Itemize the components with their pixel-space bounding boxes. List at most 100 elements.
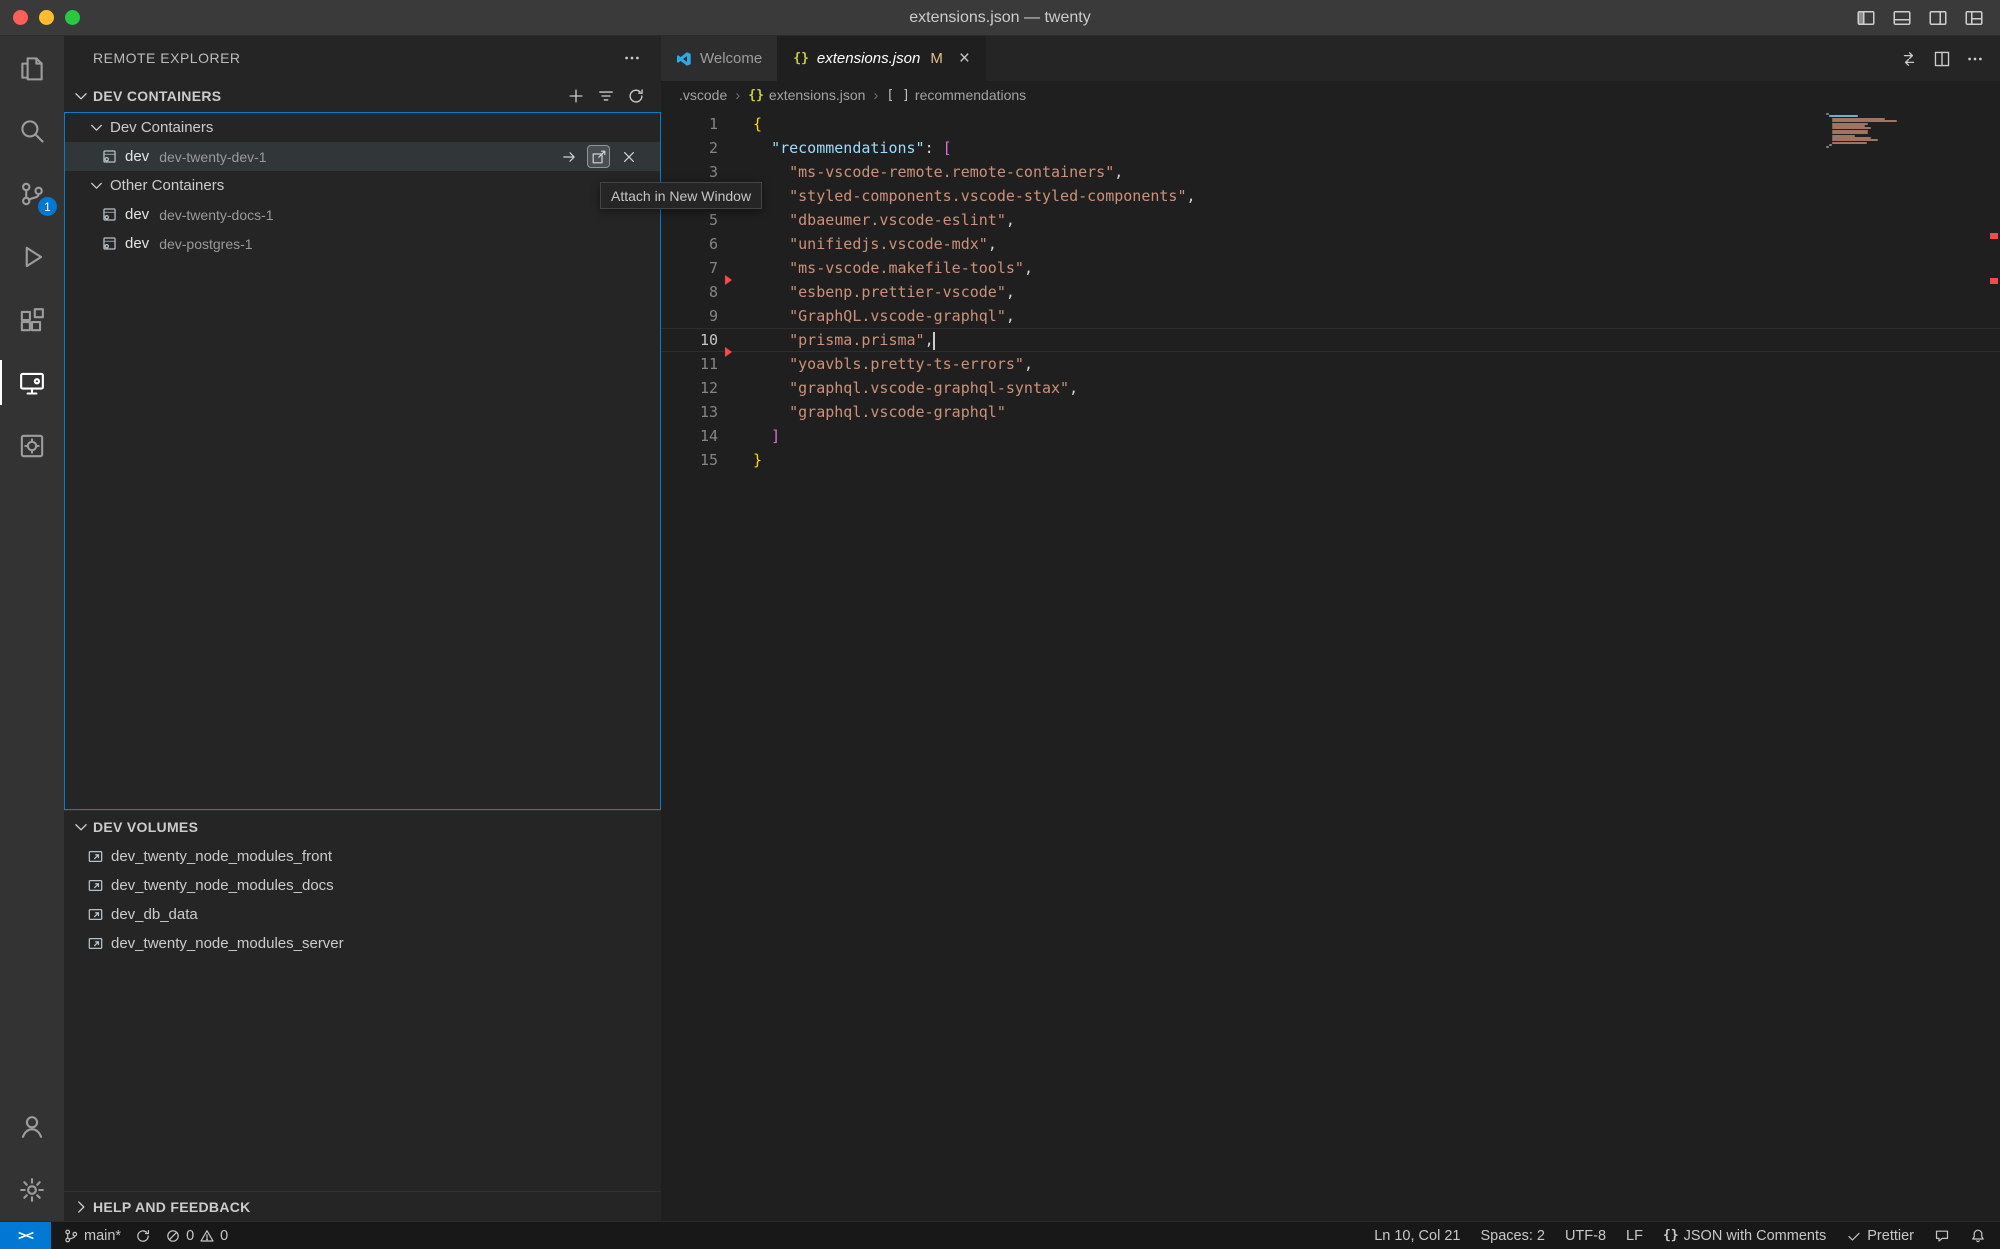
eol-status[interactable]: LF bbox=[1626, 1228, 1643, 1244]
volume-item-dev-twenty-node-modules-docs[interactable]: dev_twenty_node_modules_docs bbox=[64, 871, 661, 900]
git-modified-badge: M bbox=[930, 50, 943, 67]
container-name: dev bbox=[125, 148, 149, 165]
more-actions-icon[interactable] bbox=[623, 49, 641, 67]
code-line-14[interactable]: 14 ] bbox=[661, 424, 2000, 448]
code-text: "prisma.prisma", bbox=[753, 328, 935, 352]
activity-bar-item-run-debug[interactable] bbox=[0, 225, 64, 288]
code-line-4[interactable]: 4 "styled-components.vscode-styled-compo… bbox=[661, 184, 2000, 208]
editor-more-actions-icon[interactable] bbox=[1966, 50, 1984, 68]
code-line-8[interactable]: 8 "esbenp.prettier-vscode", bbox=[661, 280, 2000, 304]
code-line-12[interactable]: 12 "graphql.vscode-graphql-syntax", bbox=[661, 376, 2000, 400]
attach-container-action-icon[interactable] bbox=[557, 145, 580, 168]
close-action-icon[interactable] bbox=[617, 145, 640, 168]
code-line-7[interactable]: 7 "ms-vscode.makefile-tools", bbox=[661, 256, 2000, 280]
activity-bar-item-accounts[interactable] bbox=[0, 1095, 64, 1158]
volume-name: dev_db_data bbox=[111, 906, 198, 923]
section-dev-containers[interactable]: DEV CONTAINERS bbox=[64, 80, 661, 112]
code-line-10[interactable]: 10 "prisma.prisma", bbox=[661, 328, 2000, 352]
zoom-window-button[interactable] bbox=[65, 10, 80, 25]
container-item-dev-twenty-docs-1[interactable]: devdev-twenty-docs-1 bbox=[65, 200, 660, 229]
container-item-dev-postgres-1[interactable]: devdev-postgres-1 bbox=[65, 229, 660, 258]
chevron-down-icon bbox=[88, 177, 105, 194]
overview-ruler-change-mark bbox=[1990, 278, 1998, 284]
sidebar-title: REMOTE EXPLORER bbox=[93, 50, 241, 66]
filter-button[interactable] bbox=[597, 87, 615, 105]
code-text: "recommendations": [ bbox=[753, 136, 952, 160]
formatter-status[interactable]: Prettier bbox=[1846, 1228, 1914, 1244]
volume-item-dev-twenty-node-modules-server[interactable]: dev_twenty_node_modules_server bbox=[64, 929, 661, 958]
volume-item-dev-db-data[interactable]: dev_db_data bbox=[64, 900, 661, 929]
remote-indicator[interactable]: >< bbox=[0, 1222, 51, 1249]
feedback-status[interactable] bbox=[1934, 1228, 1950, 1244]
tree-group-other-containers[interactable]: Other Containers bbox=[65, 171, 660, 200]
line-number: 8 bbox=[661, 280, 753, 304]
sync-status[interactable] bbox=[135, 1228, 151, 1244]
activity-bar-item-dev-containers[interactable] bbox=[0, 414, 64, 477]
section-help-and-feedback[interactable]: HELP AND FEEDBACK bbox=[64, 1191, 661, 1221]
code-line-13[interactable]: 13 "graphql.vscode-graphql" bbox=[661, 400, 2000, 424]
tab-welcome[interactable]: Welcome bbox=[661, 36, 778, 81]
code-editor[interactable]: 1{2 "recommendations": [3 "ms-vscode-rem… bbox=[661, 109, 2000, 1221]
add-button[interactable] bbox=[567, 87, 585, 105]
container-description: dev-twenty-dev-1 bbox=[159, 149, 266, 165]
activity-bar-item-search[interactable] bbox=[0, 99, 64, 162]
code-line-11[interactable]: 11 "yoavbls.pretty-ts-errors", bbox=[661, 352, 2000, 376]
code-line-15[interactable]: 15} bbox=[661, 448, 2000, 472]
volume-name: dev_twenty_node_modules_front bbox=[111, 848, 332, 865]
problems-status[interactable]: 0 0 bbox=[165, 1228, 228, 1244]
open-changes-icon[interactable] bbox=[1900, 50, 1918, 68]
title-bar: extensions.json — twenty bbox=[0, 0, 2000, 36]
section-dev-volumes[interactable]: DEV VOLUMES bbox=[64, 810, 661, 842]
line-number: 5 bbox=[661, 208, 753, 232]
code-line-5[interactable]: 5 "dbaeumer.vscode-eslint", bbox=[661, 208, 2000, 232]
remote-explorer-sidebar: REMOTE EXPLORER DEV CONTAINERS Dev Conta… bbox=[64, 36, 661, 1221]
toggle-secondary-sidebar-icon[interactable] bbox=[1928, 8, 1948, 28]
activity-bar-item-settings[interactable] bbox=[0, 1158, 64, 1221]
minimize-window-button[interactable] bbox=[39, 10, 54, 25]
bell-icon bbox=[1970, 1228, 1986, 1244]
scm-badge: 1 bbox=[38, 197, 57, 216]
line-number: 7 bbox=[661, 256, 753, 280]
breadcrumb-folder[interactable]: .vscode bbox=[679, 87, 727, 103]
attach-new-window-action-icon[interactable] bbox=[587, 145, 610, 168]
code-line-1[interactable]: 1{ bbox=[661, 112, 2000, 136]
volume-name: dev_twenty_node_modules_server bbox=[111, 935, 344, 952]
code-line-2[interactable]: 2 "recommendations": [ bbox=[661, 136, 2000, 160]
close-window-button[interactable] bbox=[13, 10, 28, 25]
code-line-3[interactable]: 3 "ms-vscode-remote.remote-containers", bbox=[661, 160, 2000, 184]
gear-icon bbox=[18, 1176, 46, 1204]
tree-group-dev-containers[interactable]: Dev Containers bbox=[65, 113, 660, 142]
line-number: 6 bbox=[661, 232, 753, 256]
container-icon bbox=[101, 235, 118, 252]
language-mode-status[interactable]: {} JSON with Comments bbox=[1663, 1228, 1826, 1244]
split-editor-icon[interactable] bbox=[1933, 50, 1951, 68]
code-line-6[interactable]: 6 "unifiedjs.vscode-mdx", bbox=[661, 232, 2000, 256]
volume-item-dev-twenty-node-modules-front[interactable]: dev_twenty_node_modules_front bbox=[64, 842, 661, 871]
customize-layout-icon[interactable] bbox=[1964, 8, 1984, 28]
activity-bar-item-extensions[interactable] bbox=[0, 288, 64, 351]
container-icon bbox=[101, 206, 118, 223]
activity-bar-item-source-control[interactable]: 1 bbox=[0, 162, 64, 225]
minimap[interactable] bbox=[1826, 113, 1900, 149]
toggle-panel-icon[interactable] bbox=[1892, 8, 1912, 28]
refresh-button[interactable] bbox=[627, 87, 645, 105]
minimap-line bbox=[1832, 139, 1878, 141]
cursor-position-status[interactable]: Ln 10, Col 21 bbox=[1374, 1228, 1460, 1244]
tab-extensions-json[interactable]: {} extensions.json M × bbox=[778, 36, 986, 81]
close-tab-icon[interactable]: × bbox=[959, 49, 970, 68]
git-branch-status[interactable]: main* bbox=[63, 1228, 121, 1244]
git-deleted-lines-marker bbox=[725, 275, 732, 285]
notifications-status[interactable] bbox=[1970, 1228, 1986, 1244]
chevron-right-icon bbox=[72, 1198, 90, 1216]
activity-bar-item-remote-explorer[interactable] bbox=[0, 351, 64, 414]
error-icon bbox=[165, 1228, 181, 1244]
activity-bar-item-explorer[interactable] bbox=[0, 36, 64, 99]
container-item-dev-twenty-dev-1[interactable]: dev dev-twenty-dev-1 bbox=[65, 142, 660, 171]
breadcrumb-symbol[interactable]: [ ] recommendations bbox=[886, 87, 1026, 103]
code-line-9[interactable]: 9 "GraphQL.vscode-graphql", bbox=[661, 304, 2000, 328]
toggle-primary-sidebar-icon[interactable] bbox=[1856, 8, 1876, 28]
encoding-status[interactable]: UTF-8 bbox=[1565, 1228, 1606, 1244]
json-file-icon: {} bbox=[748, 88, 764, 103]
breadcrumb-file[interactable]: {} extensions.json bbox=[748, 87, 865, 103]
indentation-status[interactable]: Spaces: 2 bbox=[1480, 1228, 1545, 1244]
